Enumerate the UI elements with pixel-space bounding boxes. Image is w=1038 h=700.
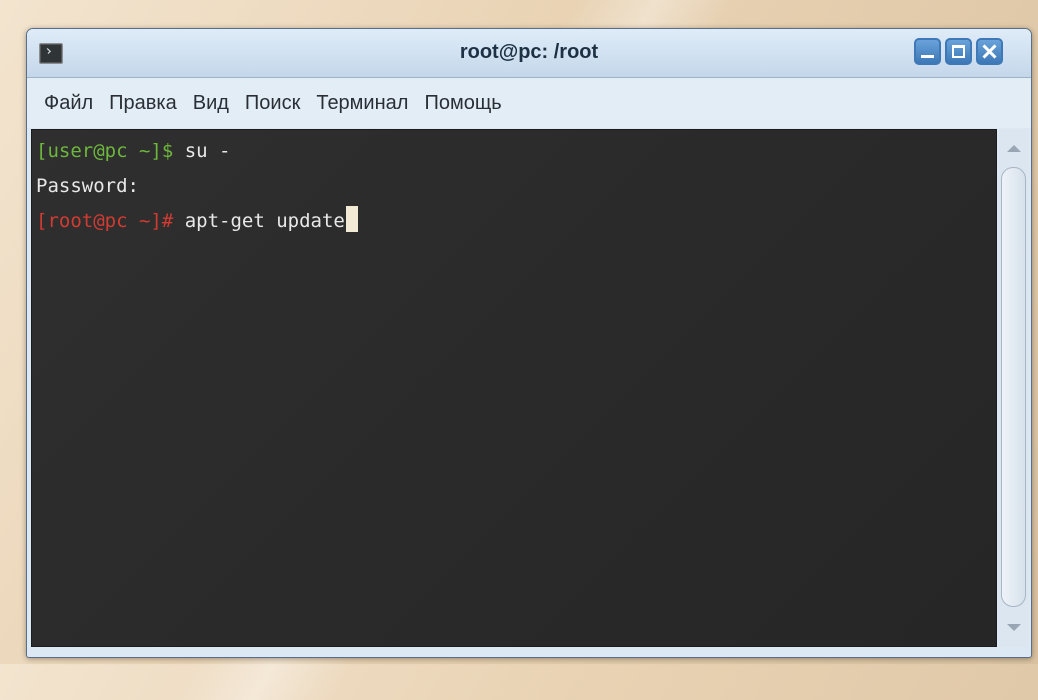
terminal-line: Password: <box>36 169 996 204</box>
command-text: apt-get update <box>173 210 345 232</box>
menu-search[interactable]: Поиск <box>238 88 307 119</box>
root-prompt: [root@pc ~]# <box>36 210 174 232</box>
titlebar[interactable]: root@pc: /root <box>27 29 1031 78</box>
scroll-thumb[interactable] <box>1001 167 1026 607</box>
menubar: Файл Правка Вид Поиск Терминал Помощь <box>27 78 1031 128</box>
maximize-button[interactable] <box>945 38 972 65</box>
menu-terminal[interactable]: Терминал <box>309 88 415 119</box>
menu-help[interactable]: Помощь <box>417 88 508 119</box>
output-text: Password: <box>36 175 139 197</box>
text-cursor <box>345 206 358 232</box>
minimize-button[interactable] <box>914 38 941 65</box>
menu-file[interactable]: Файл <box>37 88 100 119</box>
menu-view[interactable]: Вид <box>186 88 236 119</box>
vertical-scrollbar[interactable] <box>999 129 1029 647</box>
terminal-output[interactable]: [user@pc ~]$ su - Password: [root@pc ~]#… <box>31 129 997 647</box>
scroll-down-icon[interactable] <box>1007 624 1021 631</box>
window-title: root@pc: /root <box>459 41 599 63</box>
menu-edit[interactable]: Правка <box>102 88 184 119</box>
terminal-window[interactable]: root@pc: /root Файл Правка Вид Поиск Тер… <box>26 28 1032 658</box>
terminal-line: [root@pc ~]# apt-get update <box>36 204 996 239</box>
scroll-up-icon[interactable] <box>1007 145 1021 152</box>
terminal-line: [user@pc ~]$ su - <box>36 134 996 169</box>
close-button[interactable] <box>976 38 1003 65</box>
user-prompt: [user@pc ~]$ <box>36 140 174 162</box>
command-text: su - <box>173 140 231 162</box>
